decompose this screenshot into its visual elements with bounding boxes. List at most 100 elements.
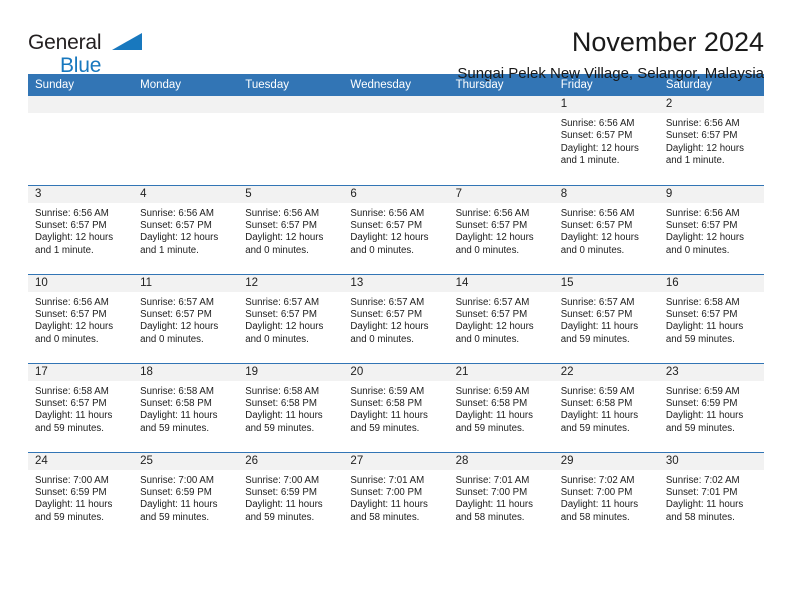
calendar-day-cell[interactable]: 7 Sunrise: 6:56 AM Sunset: 6:57 PM Daylight… — [448, 184, 554, 274]
day-details: Sunrise: 6:56 AM Sunset: 6:57 PM Daylight:… — [449, 203, 554, 258]
sunrise-text: Sunrise: 6:57 AM — [245, 296, 320, 308]
calendar-day-cell[interactable]: 5 Sunrise: 6:56 AM Sunset: 6:57 PM Daylight… — [238, 184, 344, 274]
calendar-day-cell[interactable]: 30 Sunrise: 7:02 AM Sunset: 7:01 PM Dayligh… — [658, 451, 764, 541]
day-number: 26 — [238, 452, 344, 470]
calendar-day-cell[interactable]: 4 Sunrise: 6:56 AM Sunset: 6:57 PM Daylight… — [133, 184, 239, 274]
day-number: 29 — [553, 452, 659, 470]
calendar-day-cell[interactable]: 11 Sunrise: 6:57 AM Sunset: 6:57 PM Dayligh… — [133, 273, 239, 363]
calendar-week-row: 3 Sunrise: 6:56 AM Sunset: 6:57 PM Daylight… — [28, 184, 764, 274]
sunset-text: Sunset: 6:58 PM — [140, 397, 212, 409]
day-number: 24 — [28, 452, 134, 470]
calendar-day-cell-empty — [448, 96, 554, 185]
daylight-text: Daylight: 12 hours and 0 minutes. — [350, 321, 429, 345]
day-details: Sunrise: 6:56 AM Sunset: 6:57 PM Daylight:… — [28, 292, 133, 347]
calendar-day-cell[interactable]: 16 Sunrise: 6:58 AM Sunset: 6:57 PM Dayligh… — [658, 273, 764, 363]
calendar-day-cell[interactable]: 26 Sunrise: 7:00 AM Sunset: 6:59 PM Dayligh… — [238, 451, 344, 541]
calendar-day-cell[interactable]: 6 Sunrise: 6:56 AM Sunset: 6:57 PM Daylight… — [343, 184, 449, 274]
sunset-text: Sunset: 7:00 PM — [455, 486, 528, 498]
sunrise-text: Sunrise: 7:02 AM — [560, 474, 635, 486]
calendar-day-cell-empty — [28, 96, 134, 185]
calendar-day-cell[interactable]: 2 Sunrise: 6:56 AM Sunset: 6:57 PM Daylight… — [658, 96, 764, 185]
day-details: Sunrise: 6:58 AM Sunset: 6:58 PM Daylight:… — [238, 381, 343, 436]
sunset-text: Sunset: 6:57 PM — [245, 219, 317, 231]
calendar-day-cell[interactable]: 28 Sunrise: 7:01 AM Sunset: 7:00 PM Dayligh… — [448, 451, 554, 541]
daylight-text: Daylight: 12 hours and 1 minute. — [560, 142, 639, 167]
sunrise-text: Sunrise: 7:00 AM — [245, 474, 320, 486]
daylight-text: Daylight: 11 hours and 59 minutes. — [665, 321, 744, 345]
day-details: Sunrise: 7:01 AM Sunset: 7:00 PM Daylight:… — [449, 470, 554, 525]
calendar-table: Sunday Monday Tuesday Wednesday Thursday… — [28, 74, 764, 541]
daylight-text: Daylight: 11 hours and 59 minutes. — [455, 410, 533, 434]
calendar-week-row: 17 Sunrise: 6:58 AM Sunset: 6:57 PM Dayligh… — [28, 362, 764, 452]
sunrise-text: Sunrise: 7:01 AM — [455, 474, 530, 486]
sunset-text: Sunset: 6:59 PM — [35, 486, 107, 498]
calendar-day-cell[interactable]: 1 Sunrise: 6:56 AM Sunset: 6:57 PM Daylight… — [553, 96, 659, 185]
calendar-day-cell[interactable]: 19 Sunrise: 6:58 AM Sunset: 6:58 PM Dayligh… — [238, 362, 344, 452]
daylight-text: Daylight: 11 hours and 59 minutes. — [560, 410, 639, 434]
day-details: Sunrise: 6:57 AM Sunset: 6:57 PM Daylight:… — [554, 292, 659, 347]
day-details: Sunrise: 7:02 AM Sunset: 7:01 PM Daylight:… — [659, 470, 764, 525]
daylight-text: Daylight: 12 hours and 0 minutes. — [140, 321, 219, 345]
daylight-text: Daylight: 11 hours and 59 minutes. — [35, 499, 113, 523]
calendar-day-cell-empty — [343, 96, 449, 185]
sunrise-text: Sunrise: 6:59 AM — [665, 385, 740, 397]
sunrise-text: Sunrise: 7:01 AM — [350, 474, 425, 486]
calendar-day-cell[interactable]: 8 Sunrise: 6:56 AM Sunset: 6:57 PM Daylight… — [553, 184, 659, 274]
day-number: 22 — [553, 363, 659, 381]
daylight-text: Daylight: 11 hours and 59 minutes. — [245, 499, 323, 523]
calendar-day-cell[interactable]: 23 Sunrise: 6:59 AM Sunset: 6:59 PM Dayligh… — [658, 362, 764, 452]
day-number: 19 — [238, 363, 344, 381]
calendar-day-cell[interactable]: 21 Sunrise: 6:59 AM Sunset: 6:58 PM Dayligh… — [448, 362, 554, 452]
daylight-text: Daylight: 12 hours and 0 minutes. — [35, 321, 114, 345]
sunrise-text: Sunrise: 6:58 AM — [665, 296, 740, 308]
day-number — [28, 96, 134, 113]
sunrise-text: Sunrise: 6:56 AM — [560, 207, 635, 219]
day-number: 15 — [553, 274, 659, 292]
daylight-text: Daylight: 12 hours and 1 minute. — [665, 142, 744, 167]
calendar-day-cell[interactable]: 15 Sunrise: 6:57 AM Sunset: 6:57 PM Dayligh… — [553, 273, 659, 363]
calendar-day-cell[interactable]: 12 Sunrise: 6:57 AM Sunset: 6:57 PM Dayligh… — [238, 273, 344, 363]
calendar-day-cell[interactable]: 9 Sunrise: 6:56 AM Sunset: 6:57 PM Daylight… — [658, 184, 764, 274]
daylight-text: Daylight: 11 hours and 59 minutes. — [140, 410, 218, 434]
calendar-day-cell[interactable]: 20 Sunrise: 6:59 AM Sunset: 6:58 PM Dayligh… — [343, 362, 449, 452]
day-number: 6 — [343, 185, 449, 203]
calendar-day-cell-empty — [133, 96, 239, 185]
calendar-day-cell[interactable]: 25 Sunrise: 7:00 AM Sunset: 6:59 PM Dayligh… — [133, 451, 239, 541]
calendar-day-cell[interactable]: 27 Sunrise: 7:01 AM Sunset: 7:00 PM Dayligh… — [343, 451, 449, 541]
calendar-week-row: 24 Sunrise: 7:00 AM Sunset: 6:59 PM Dayligh… — [28, 451, 764, 541]
calendar-body: 1 Sunrise: 6:56 AM Sunset: 6:57 PM Daylight… — [28, 96, 764, 541]
calendar-week-row: 10 Sunrise: 6:56 AM Sunset: 6:57 PM Dayligh… — [28, 273, 764, 363]
day-number: 27 — [343, 452, 449, 470]
weekday-header-tuesday: Tuesday — [238, 74, 344, 96]
day-number: 30 — [658, 452, 764, 470]
calendar-day-cell[interactable]: 29 Sunrise: 7:02 AM Sunset: 7:00 PM Dayligh… — [553, 451, 659, 541]
calendar-day-cell[interactable]: 14 Sunrise: 6:57 AM Sunset: 6:57 PM Dayligh… — [448, 273, 554, 363]
day-details: Sunrise: 6:59 AM Sunset: 6:58 PM Daylight:… — [449, 381, 554, 436]
triangle-flag-icon — [112, 33, 142, 50]
sunset-text: Sunset: 6:57 PM — [350, 308, 423, 320]
sunrise-text: Sunrise: 7:02 AM — [665, 474, 740, 486]
day-details: Sunrise: 6:56 AM Sunset: 6:57 PM Daylight:… — [659, 113, 764, 168]
day-number: 7 — [448, 185, 554, 203]
calendar-day-cell[interactable]: 13 Sunrise: 6:57 AM Sunset: 6:57 PM Dayligh… — [343, 273, 449, 363]
day-number: 18 — [133, 363, 239, 381]
calendar-day-cell[interactable]: 17 Sunrise: 6:58 AM Sunset: 6:57 PM Dayligh… — [28, 362, 134, 452]
day-details: Sunrise: 6:56 AM Sunset: 6:57 PM Daylight:… — [554, 113, 659, 168]
sunset-text: Sunset: 6:57 PM — [35, 308, 107, 320]
calendar-day-cell[interactable]: 18 Sunrise: 6:58 AM Sunset: 6:58 PM Dayligh… — [133, 362, 239, 452]
day-number: 23 — [658, 363, 764, 381]
brand-logo[interactable]: General Blue — [28, 26, 178, 80]
daylight-text: Daylight: 12 hours and 0 minutes. — [455, 232, 534, 256]
calendar-day-cell[interactable]: 22 Sunrise: 6:59 AM Sunset: 6:58 PM Dayligh… — [553, 362, 659, 452]
day-details: Sunrise: 6:57 AM Sunset: 6:57 PM Daylight:… — [343, 292, 448, 347]
day-details: Sunrise: 6:58 AM Sunset: 6:57 PM Daylight:… — [659, 292, 764, 347]
sunrise-text: Sunrise: 6:56 AM — [350, 207, 425, 219]
sunset-text: Sunset: 6:57 PM — [455, 308, 528, 320]
calendar-day-cell[interactable]: 10 Sunrise: 6:56 AM Sunset: 6:57 PM Dayligh… — [28, 273, 134, 363]
calendar-day-cell[interactable]: 24 Sunrise: 7:00 AM Sunset: 6:59 PM Dayligh… — [28, 451, 134, 541]
calendar-day-cell[interactable]: 3 Sunrise: 6:56 AM Sunset: 6:57 PM Daylight… — [28, 184, 134, 274]
sunrise-text: Sunrise: 6:56 AM — [140, 207, 214, 219]
day-details: Sunrise: 6:59 AM Sunset: 6:59 PM Daylight:… — [659, 381, 764, 436]
day-number — [448, 96, 554, 113]
sunrise-text: Sunrise: 7:00 AM — [140, 474, 214, 486]
